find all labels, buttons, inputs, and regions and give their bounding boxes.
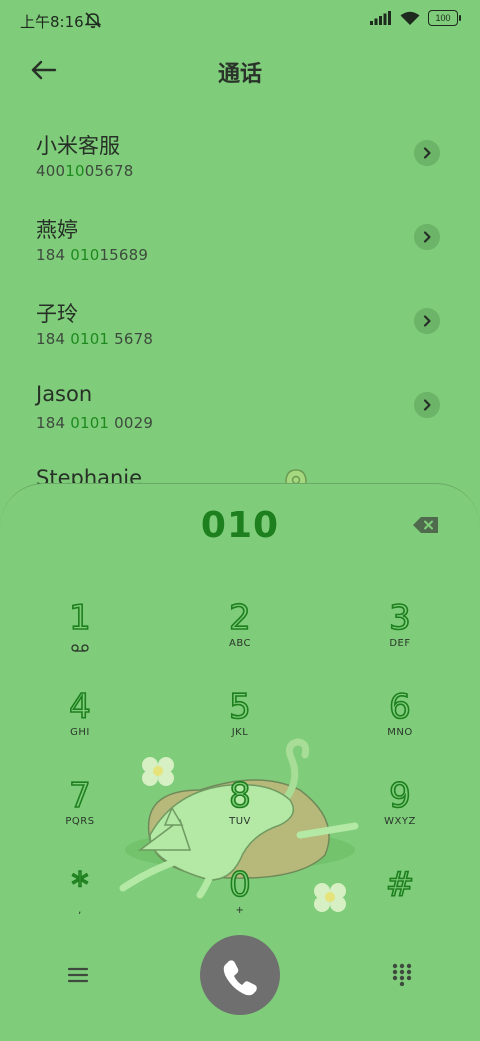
contact-name: 小米客服: [36, 134, 120, 158]
chevron-right-icon[interactable]: [414, 224, 440, 250]
mute-icon: [84, 12, 102, 29]
key-4[interactable]: 4 GHI: [20, 686, 140, 759]
contact-name: Jason: [36, 382, 93, 406]
number-match: 010: [70, 246, 100, 264]
key-digit: 6: [388, 686, 411, 728]
header: 通话: [0, 48, 480, 92]
key-letters: ABC: [228, 638, 251, 649]
key-8[interactable]: 8 TUV: [180, 775, 300, 848]
key-digit: 1: [68, 597, 91, 639]
number-match: 0101: [70, 414, 110, 432]
dialpad-icon[interactable]: [390, 962, 414, 986]
key-letters: ,: [78, 905, 82, 916]
key-letters: PQRS: [65, 816, 95, 827]
key-digit: 3: [388, 597, 411, 639]
wifi-icon: [400, 11, 420, 25]
chevron-right-icon[interactable]: [414, 392, 440, 418]
key-2[interactable]: 2 ABC: [180, 597, 300, 670]
contact-number: 4001005678: [36, 162, 133, 180]
key-1[interactable]: 1: [20, 597, 140, 670]
key-0[interactable]: 0 +: [180, 864, 300, 937]
chevron-right-icon[interactable]: [414, 140, 440, 166]
phone-icon: [223, 960, 257, 996]
status-bar: 上午8:16 100: [0, 0, 480, 40]
status-time: 上午8:16: [20, 13, 84, 31]
key-6[interactable]: 6 MNO: [340, 686, 460, 759]
key-digit: 9: [388, 775, 411, 817]
key-letters: TUV: [229, 816, 251, 827]
number-part: 5678: [109, 330, 154, 348]
number-part: 15689: [99, 246, 149, 264]
contact-number: 184 0101 0029: [36, 414, 153, 432]
number-match: 0101: [70, 330, 110, 348]
key-digit: 2: [228, 597, 251, 639]
key-3[interactable]: 3 DEF: [340, 597, 460, 670]
number-part: 0029: [109, 414, 154, 432]
menu-icon[interactable]: [66, 964, 90, 986]
contact-number: 184 0101 5678: [36, 330, 153, 348]
key-digit: 4: [68, 686, 91, 728]
key-7[interactable]: 7 PQRS: [20, 775, 140, 848]
contact-number: 184 01015689: [36, 246, 148, 264]
contact-name: 燕婷: [36, 218, 78, 242]
signal-icon: [370, 11, 391, 25]
key-digit: 5: [228, 686, 251, 728]
key-digit: *: [71, 864, 90, 906]
contact-row[interactable]: Jason 184 0101 0029: [0, 374, 480, 458]
key-letters: MNO: [387, 727, 413, 738]
battery-icon: 100: [428, 10, 461, 26]
number-part: 400: [36, 162, 66, 180]
key-digit: 0: [228, 864, 251, 906]
key-digit: 8: [228, 775, 251, 817]
dialed-number: 010: [200, 505, 280, 546]
key-9[interactable]: 9 WXYZ: [340, 775, 460, 848]
key-letters: WXYZ: [384, 816, 416, 827]
key-5[interactable]: 5 JKL: [180, 686, 300, 759]
number-part: 184: [36, 414, 71, 432]
chevron-right-icon[interactable]: [414, 308, 440, 334]
key-letters: JKL: [231, 727, 249, 738]
call-button[interactable]: [200, 935, 280, 1015]
key-hash[interactable]: #: [340, 864, 460, 937]
voicemail-icon: [71, 644, 89, 652]
key-digit: #: [385, 864, 415, 906]
page-title: 通话: [217, 62, 262, 87]
number-part: 184: [36, 246, 71, 264]
key-letters: GHI: [70, 727, 90, 738]
contact-row[interactable]: 子玲 184 0101 5678: [0, 290, 480, 374]
number-part: 184: [36, 330, 71, 348]
contact-row[interactable]: 燕婷 184 01015689: [0, 206, 480, 290]
key-star[interactable]: * ,: [20, 864, 140, 937]
key-letters: DEF: [389, 638, 411, 649]
key-letters: +: [235, 905, 245, 916]
backspace-icon[interactable]: [412, 515, 440, 535]
number-part: 05678: [84, 162, 134, 180]
number-match: 10: [65, 162, 85, 180]
contact-row[interactable]: 小米客服 4001005678: [0, 122, 480, 206]
contact-name: 子玲: [36, 302, 78, 326]
key-digit: 7: [68, 775, 91, 817]
